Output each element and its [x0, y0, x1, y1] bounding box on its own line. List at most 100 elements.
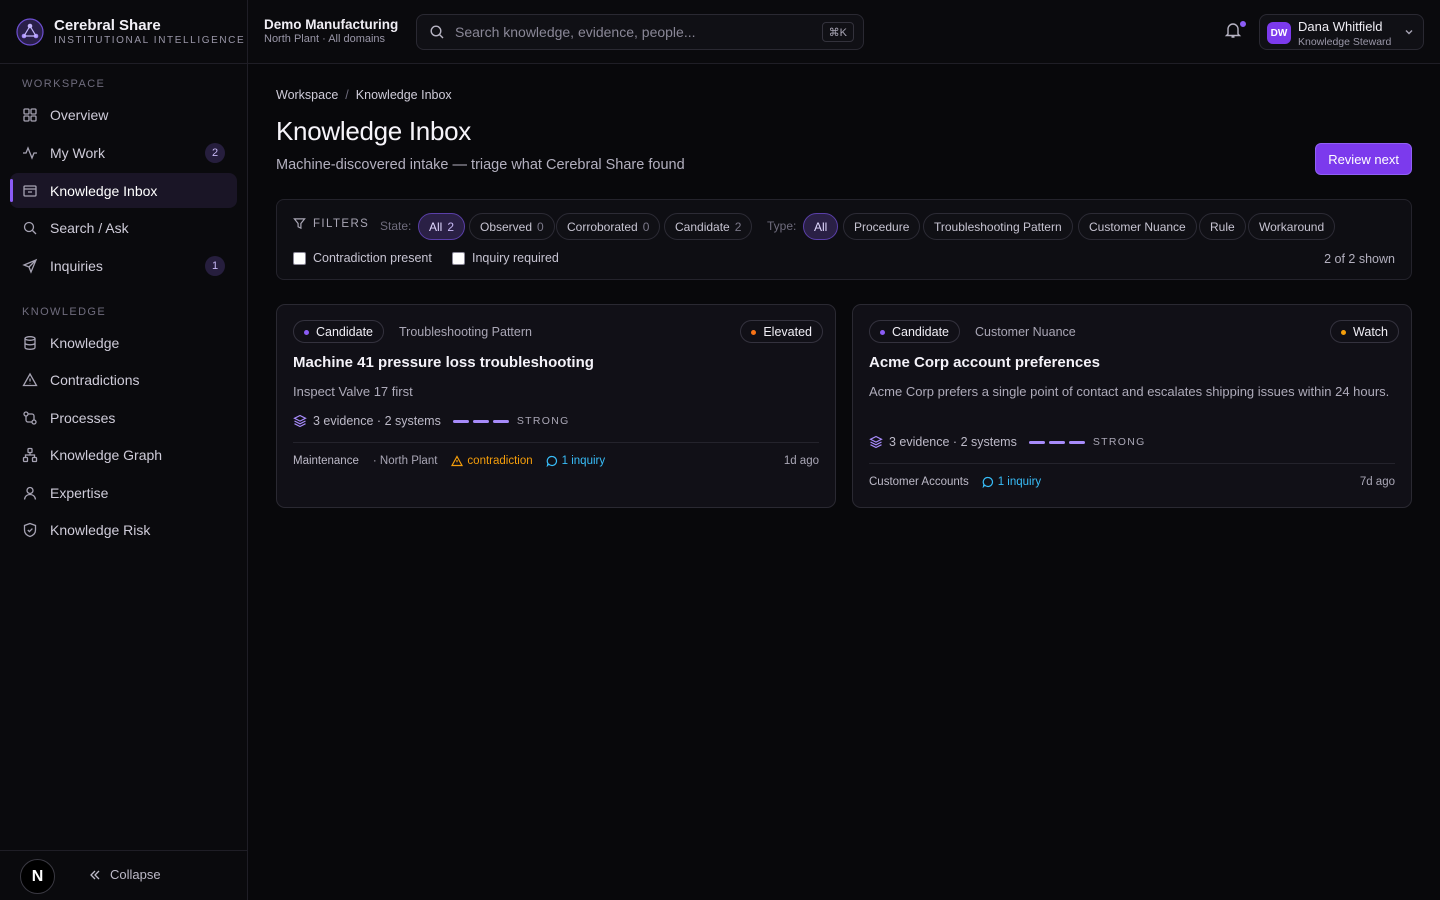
type-chip-customer-nuance[interactable]: Customer Nuance	[1078, 213, 1197, 240]
sidebar-footer: N Collapse	[0, 850, 248, 900]
risk-pill: Watch	[1330, 320, 1399, 343]
grid-icon	[23, 107, 37, 122]
inquiry-link[interactable]: 1 inquiry	[982, 476, 1041, 488]
review-next-button[interactable]: Review next	[1315, 143, 1412, 175]
count-badge: 2	[205, 142, 225, 163]
type-filter-label: Type:	[767, 219, 797, 233]
domain-label: Maintenance	[293, 455, 359, 467]
inbox-card[interactable]: Candidate Customer Nuance Watch Acme Cor…	[852, 304, 1412, 508]
state-pill: Candidate	[293, 320, 384, 343]
keyboard-shortcut: ⌘K	[821, 22, 854, 42]
sidebar-item-inquiries[interactable]: Inquiries 1	[10, 248, 237, 283]
card-title[interactable]: Machine 41 pressure loss troubleshooting	[293, 354, 594, 371]
contradiction-label: contradiction	[467, 455, 533, 467]
message-circle-icon	[546, 455, 557, 467]
type-chip-all[interactable]: All	[803, 213, 839, 240]
message-circle-icon	[982, 476, 993, 488]
card-meta: Customer Accounts 1 inquiry	[869, 476, 1041, 488]
inbox-icon	[23, 184, 37, 197]
sidebar-item-knowledge-inbox[interactable]: Knowledge Inbox	[10, 173, 237, 208]
divider	[293, 442, 819, 443]
checkbox-box[interactable]	[293, 251, 306, 265]
send-icon	[22, 258, 38, 274]
evidence-summary: 3 evidence · 2 systems STRONG	[293, 414, 570, 428]
breadcrumb-separator: /	[345, 88, 349, 102]
chip-count: 0	[642, 219, 650, 234]
collapse-button[interactable]: Collapse	[88, 867, 161, 882]
type-chip-troubleshooting-pattern[interactable]: Troubleshooting Pattern	[923, 213, 1073, 240]
checkbox-box[interactable]	[452, 251, 465, 265]
card-title[interactable]: Acme Corp account preferences	[869, 354, 1100, 371]
contradiction-flag[interactable]: contradiction	[451, 455, 533, 467]
strength-label: STRONG	[1092, 436, 1146, 448]
inquiry-label: 1 inquiry	[561, 455, 606, 467]
state-chip-observed[interactable]: Observed 0	[469, 213, 555, 240]
network-icon	[22, 447, 38, 462]
sidebar-item-label: Expertise	[50, 484, 109, 501]
divider	[869, 463, 1395, 464]
state-chip-candidate[interactable]: Candidate 2	[664, 213, 753, 240]
sidebar-item-processes[interactable]: Processes	[10, 400, 237, 435]
inquiry-label: 1 inquiry	[997, 476, 1042, 488]
sidebar-item-my-work[interactable]: My Work 2	[10, 135, 237, 170]
nav-section-workspace: WORKSPACE	[22, 78, 106, 90]
chip-label: Observed	[480, 219, 533, 234]
chip-label: All	[429, 219, 443, 234]
state-filter-label: State:	[380, 219, 412, 233]
checkbox-label: Contradiction present	[313, 251, 432, 265]
chevron-down-icon	[1405, 30, 1413, 35]
sidebar-item-contradictions[interactable]: Contradictions	[10, 362, 237, 397]
inquiry-required-checkbox[interactable]: Inquiry required	[452, 251, 559, 265]
inquiry-link[interactable]: 1 inquiry	[546, 455, 605, 467]
chip-count: 2	[734, 219, 742, 234]
notification-dot	[1239, 20, 1247, 28]
sidebar-item-knowledge-graph[interactable]: Knowledge Graph	[10, 437, 237, 472]
chip-count: 2	[447, 219, 455, 234]
search-input[interactable]	[455, 24, 815, 40]
evidence-count: 3 evidence · 2 systems	[313, 414, 441, 428]
brand-tagline: INSTITUTIONAL INTELLIGENCE	[54, 35, 246, 46]
user-menu[interactable]: DW Dana Whitfield Knowledge Steward	[1259, 14, 1424, 50]
type-chip-rule[interactable]: Rule	[1199, 213, 1246, 240]
layers-icon	[293, 414, 307, 428]
card-meta: Maintenance · North Plant contradiction …	[293, 455, 605, 467]
sidebar-item-overview[interactable]: Overview	[10, 97, 237, 132]
search-icon	[23, 221, 37, 234]
chip-label: Candidate	[675, 219, 730, 234]
nav-section-knowledge: KNOWLEDGE	[22, 306, 107, 318]
org-name: Demo Manufacturing	[264, 17, 399, 32]
breadcrumb-workspace[interactable]: Workspace	[276, 88, 338, 102]
contradiction-present-checkbox[interactable]: Contradiction present	[293, 251, 432, 265]
brain-network-logo-icon	[16, 17, 44, 46]
app-avatar[interactable]: N	[20, 859, 55, 894]
type-chip-procedure[interactable]: Procedure	[843, 213, 921, 240]
brand-name: Cerebral Share	[54, 17, 161, 34]
notifications-button[interactable]	[1224, 20, 1247, 43]
sidebar-item-knowledge-risk[interactable]: Knowledge Risk	[10, 512, 237, 547]
sidebar-item-search-ask[interactable]: Search / Ask	[10, 210, 237, 245]
state-chip-corroborated[interactable]: Corroborated 0	[556, 213, 661, 240]
age-label: 7d ago	[1359, 476, 1395, 488]
knowledge-type: Customer Nuance	[975, 325, 1076, 339]
type-chip-workaround[interactable]: Workaround	[1248, 213, 1336, 240]
sidebar: Cerebral Share INSTITUTIONAL INTELLIGENC…	[0, 0, 248, 900]
results-count: 2 of 2 shown	[1324, 252, 1395, 266]
org-switcher[interactable]: Demo Manufacturing North Plant · All dom…	[264, 17, 398, 46]
avatar: DW	[1267, 22, 1291, 44]
sidebar-item-label: Knowledge Inbox	[50, 182, 158, 199]
chevrons-left-icon	[90, 870, 100, 879]
activity-icon	[23, 145, 37, 160]
filter-bar: FILTERS State: All 2 Observed 0 Corroborat…	[276, 199, 1412, 280]
count-badge: 1	[205, 255, 225, 276]
filters-label-text: FILTERS	[313, 217, 370, 230]
warning-icon	[22, 372, 38, 386]
global-search[interactable]: ⌘K	[416, 14, 864, 50]
brand[interactable]: Cerebral Share INSTITUTIONAL INTELLIGENC…	[0, 0, 247, 64]
inbox-card[interactable]: Candidate Troubleshooting Pattern Elevat…	[276, 304, 836, 508]
filters-label: FILTERS	[293, 217, 369, 230]
state-chip-all[interactable]: All 2	[418, 213, 466, 240]
filter-icon	[293, 218, 306, 230]
sidebar-item-expertise[interactable]: Expertise	[10, 475, 237, 510]
risk-pill: Elevated	[740, 320, 823, 343]
sidebar-item-knowledge[interactable]: Knowledge	[10, 325, 237, 360]
